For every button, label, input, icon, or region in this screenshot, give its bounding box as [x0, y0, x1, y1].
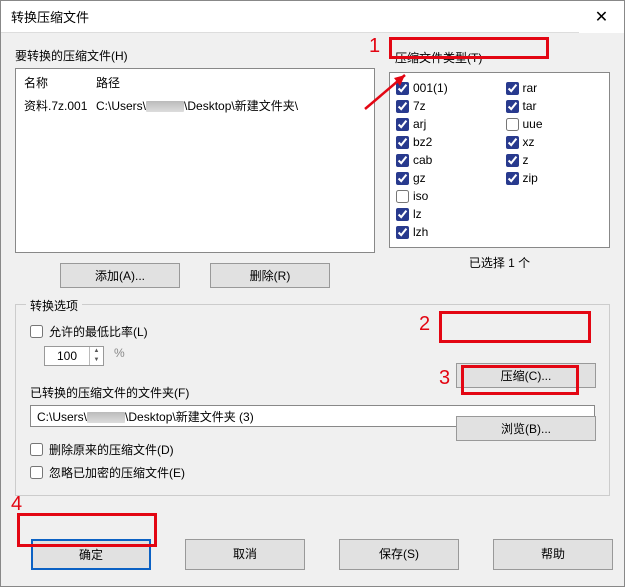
type-checkbox[interactable]: zip — [506, 169, 604, 187]
type-checkbox-label: zip — [523, 171, 538, 185]
type-checkbox-label: z — [523, 153, 529, 167]
delete-button[interactable]: 删除(R) — [210, 263, 330, 288]
type-checkbox-input[interactable] — [396, 118, 409, 131]
allow-min-ratio-label: 允许的最低比率(L) — [49, 323, 148, 340]
type-checkbox-label: 7z — [413, 99, 426, 113]
type-checkbox-input[interactable] — [396, 190, 409, 203]
folder-label[interactable]: 已转换的压缩文件的文件夹(F) — [30, 386, 189, 400]
spinner-arrows[interactable]: ▲▼ — [89, 347, 103, 365]
type-checkbox-input[interactable] — [506, 82, 519, 95]
type-checkbox-input[interactable] — [396, 136, 409, 149]
dialog-body: 要转换的压缩文件(H) 名称 路径 资料.7z.001 C:\Users\\De… — [1, 33, 624, 525]
add-button[interactable]: 添加(A)... — [60, 263, 180, 288]
cell-name: 资料.7z.001 — [24, 97, 96, 114]
close-icon: ✕ — [595, 7, 608, 27]
type-checkbox-label: uue — [523, 117, 543, 131]
footer-buttons: 确定 取消 保存(S) 帮助 — [1, 525, 624, 586]
type-checkbox-label: bz2 — [413, 135, 432, 149]
cell-path: C:\Users\\Desktop\新建文件夹\ — [96, 97, 298, 114]
type-checkbox-input[interactable] — [396, 100, 409, 113]
type-checkbox[interactable] — [506, 223, 604, 241]
type-checkbox[interactable]: uue — [506, 115, 604, 133]
type-checkbox[interactable]: bz2 — [396, 133, 494, 151]
type-checkbox-input[interactable] — [396, 208, 409, 221]
titlebar: 转换压缩文件 ✕ — [1, 1, 624, 33]
type-checkbox-input[interactable] — [396, 172, 409, 185]
file-list-headers: 名称 路径 — [18, 71, 372, 94]
allow-min-ratio-checkbox[interactable]: 允许的最低比率(L) — [30, 323, 595, 340]
compress-button[interactable]: 压缩(C)... — [456, 363, 596, 388]
save-button[interactable]: 保存(S) — [339, 539, 459, 570]
type-checkbox-input[interactable] — [506, 100, 519, 113]
allow-min-ratio-input[interactable] — [30, 325, 43, 338]
type-checkbox-label: tar — [523, 99, 537, 113]
files-to-convert-label[interactable]: 要转换的压缩文件(H) — [15, 47, 375, 64]
selected-count: 已选择 1 个 — [389, 254, 610, 271]
window-title: 转换压缩文件 — [11, 7, 89, 26]
type-checkbox-input[interactable] — [396, 82, 409, 95]
type-checkbox[interactable]: xz — [506, 133, 604, 151]
type-checkbox[interactable] — [506, 187, 604, 205]
col-name: 名称 — [24, 74, 96, 91]
type-checkbox-label: xz — [523, 135, 535, 149]
delete-original-label: 删除原来的压缩文件(D) — [49, 441, 174, 458]
chevron-down-icon[interactable]: ▼ — [90, 356, 103, 365]
type-checkbox[interactable]: tar — [506, 97, 604, 115]
type-checkbox[interactable]: lz — [396, 205, 494, 223]
cancel-button[interactable]: 取消 — [185, 539, 305, 570]
convert-options-legend: 转换选项 — [26, 297, 82, 314]
type-checkbox-label: gz — [413, 171, 426, 185]
type-checkbox-input[interactable] — [506, 136, 519, 149]
ignore-encrypted-label: 忽略已加密的压缩文件(E) — [49, 464, 185, 481]
type-checkbox[interactable]: rar — [506, 79, 604, 97]
browse-button[interactable]: 浏览(B)... — [456, 416, 596, 441]
redacted-segment — [87, 412, 125, 423]
type-checkbox-label: 001(1) — [413, 81, 448, 95]
type-checkbox-input[interactable] — [506, 118, 519, 131]
type-checkbox[interactable]: cab — [396, 151, 494, 169]
type-checkbox[interactable] — [506, 205, 604, 223]
type-checkbox-label: arj — [413, 117, 426, 131]
annotation-number-4: 4 — [11, 493, 22, 516]
col-path: 路径 — [96, 74, 120, 91]
type-checkbox-input[interactable] — [506, 154, 519, 167]
type-checkbox[interactable]: arj — [396, 115, 494, 133]
close-button[interactable]: ✕ — [579, 1, 624, 33]
type-checkbox-label: iso — [413, 189, 428, 203]
type-checkbox[interactable]: lzh — [396, 223, 494, 241]
ignore-encrypted-input[interactable] — [30, 466, 43, 479]
type-checkbox-input[interactable] — [396, 154, 409, 167]
ratio-spinner[interactable]: 100 ▲▼ — [44, 346, 104, 366]
redacted-segment — [146, 101, 184, 112]
type-checkbox[interactable]: 7z — [396, 97, 494, 115]
chevron-up-icon[interactable]: ▲ — [90, 347, 103, 356]
type-checkbox-label: cab — [413, 153, 432, 167]
table-row[interactable]: 资料.7z.001 C:\Users\\Desktop\新建文件夹\ — [18, 94, 372, 117]
type-checkbox[interactable]: iso — [396, 187, 494, 205]
help-button[interactable]: 帮助 — [493, 539, 613, 570]
type-checkbox-input[interactable] — [506, 172, 519, 185]
type-checkbox-label: lzh — [413, 225, 428, 239]
type-checkbox-input[interactable] — [396, 226, 409, 239]
delete-original-input[interactable] — [30, 443, 43, 456]
ignore-encrypted-checkbox[interactable]: 忽略已加密的压缩文件(E) — [30, 464, 595, 481]
type-checkbox-label: rar — [523, 81, 538, 95]
type-checkbox[interactable]: 001(1) — [396, 79, 494, 97]
ok-button[interactable]: 确定 — [31, 539, 151, 570]
type-checkbox[interactable]: z — [506, 151, 604, 169]
archive-types-grid: 001(1) rar 7z tar arj uue bz2 xz cab z gz zip iso lz l… — [389, 72, 610, 248]
ratio-value: 100 — [45, 349, 89, 363]
dialog-window: 转换压缩文件 ✕ 要转换的压缩文件(H) 名称 路径 资料.7z.001 C:\… — [0, 0, 625, 587]
percent-label: % — [114, 346, 125, 360]
type-checkbox-label: lz — [413, 207, 422, 221]
delete-original-checkbox[interactable]: 删除原来的压缩文件(D) — [30, 441, 595, 458]
file-list[interactable]: 名称 路径 资料.7z.001 C:\Users\\Desktop\新建文件夹\ — [15, 68, 375, 253]
file-buttons-row: 添加(A)... 删除(R) — [15, 263, 375, 288]
archive-types-label[interactable]: 压缩文件类型(T) — [389, 47, 610, 68]
type-checkbox[interactable]: gz — [396, 169, 494, 187]
